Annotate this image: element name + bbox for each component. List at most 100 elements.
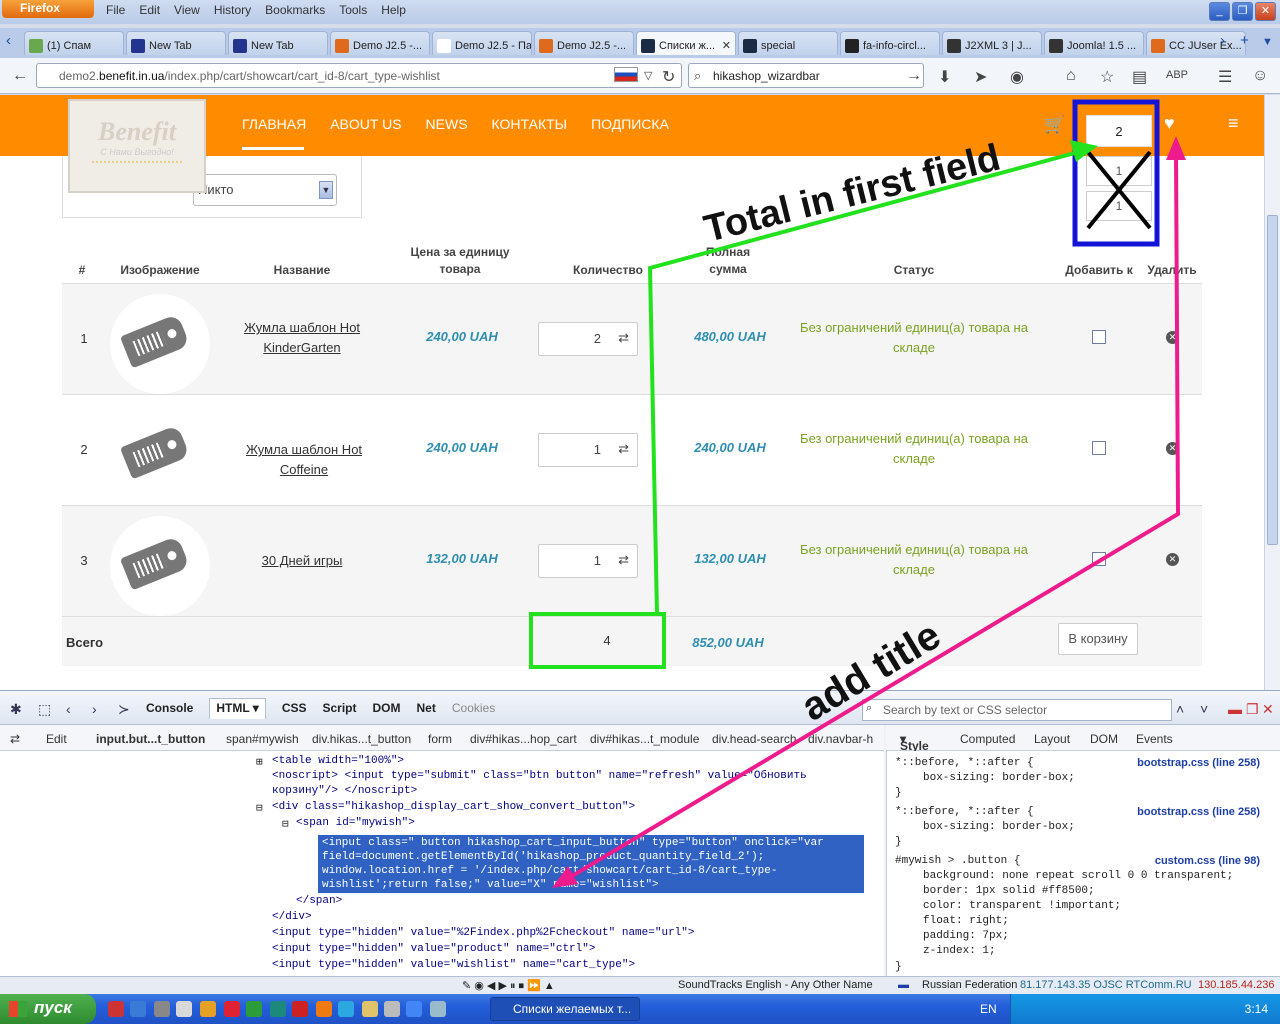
quicklaunch-icon[interactable] [338,1001,354,1017]
browser-tab[interactable]: Списки ж... ✕ [636,31,736,55]
side-tab-style[interactable]: Style ▾ [900,732,929,753]
tabs-scroll-left-icon[interactable]: ‹ [6,32,11,49]
nav-subscribe[interactable]: ПОДПИСКА [591,116,669,132]
html-line[interactable]: </div> [272,911,312,923]
menu-edit[interactable]: Edit [139,3,160,17]
nav-contacts[interactable]: КОНТАКТЫ [492,116,568,132]
browser-tab[interactable]: New Tab [228,31,328,55]
url-bar[interactable]: demo2.benefit.in.ua/index.php/cart/showc… [36,63,682,88]
browser-tab[interactable]: Demo J2.5 - Па... [432,31,532,55]
browser-tab[interactable]: (1) Спам [24,31,124,55]
quicklaunch-icon[interactable] [224,1001,240,1017]
tab-list-icon[interactable]: ▼ [1262,36,1273,48]
firebug-bug-icon[interactable]: ✱ [10,701,22,718]
css-source-link[interactable]: bootstrap.css (line 258) [1137,806,1260,818]
hamburger-menu-icon[interactable]: ≡ [1228,113,1239,134]
crumb-3[interactable]: form [428,732,452,746]
firebug-minimize-icon[interactable]: ▬ [1228,701,1242,717]
browser-tab[interactable]: New Tab [126,31,226,55]
wishlist-field-2[interactable]: 1 [1086,191,1152,221]
tab-dom[interactable]: DOM [373,701,401,719]
menu-icon[interactable]: ☰ [1218,67,1232,87]
quicklaunch-icon[interactable] [362,1001,378,1017]
search-go-icon[interactable]: → [906,67,922,85]
crumb-4[interactable]: div#hikas...hop_cart [470,732,577,746]
start-button[interactable]: пуск [0,994,96,1024]
menu-file[interactable]: File [106,3,125,17]
collapse-icon[interactable]: ⊟ [256,801,263,815]
search-down-icon[interactable]: ˅ [1200,701,1208,717]
close-window-button[interactable]: ✕ [1255,2,1276,21]
side-tab-dom[interactable]: DOM [1090,732,1118,746]
browser-tab[interactable]: fa-info-circl... [840,31,940,55]
forward-icon[interactable]: › [92,701,97,717]
html-line[interactable]: <input type="hidden" value="wishlist" na… [272,959,635,971]
browser-tab[interactable]: special [738,31,838,55]
firebug-detach-icon[interactable]: ❐ [1246,701,1259,718]
taskbar-window-button[interactable]: Списки желаемых т... [490,997,640,1021]
send-icon[interactable]: ➤ [974,67,987,87]
collapse-icon[interactable]: ⊟ [282,817,289,831]
css-property[interactable]: color: transparent !important; [923,900,1121,912]
quicklaunch-icon[interactable] [430,1001,446,1017]
adblock-icon[interactable]: ABP [1166,69,1188,81]
reload-icon[interactable]: ↻ [662,67,675,87]
language-indicator[interactable]: EN [980,1002,997,1016]
firebug-search-input[interactable]: Search by text or CSS selector [862,699,1172,721]
css-source-link[interactable]: bootstrap.css (line 258) [1137,757,1260,769]
smiley-icon[interactable]: ☺ [1252,67,1268,85]
menu-bookmarks[interactable]: Bookmarks [265,3,325,17]
tab-css[interactable]: CSS [282,701,307,719]
browser-tab[interactable]: Demo J2.5 -... [330,31,430,55]
restore-button[interactable]: ❐ [1232,2,1253,21]
back-icon[interactable]: ← [12,67,28,85]
html-line[interactable]: <div class="hikashop_display_cart_show_c… [272,801,635,813]
html-line[interactable]: <span id="mywish"> [296,817,415,829]
download-icon[interactable]: ⬇ [938,67,951,87]
menu-help[interactable]: Help [381,3,406,17]
firebug-close-icon[interactable]: ✕ [1262,701,1274,718]
nav-about[interactable]: ABOUT US [330,116,401,132]
crumb-6[interactable]: div.head-search [712,732,797,746]
tab-html[interactable]: HTML ▾ [209,698,266,719]
crumb-7[interactable]: div.navbar-h [808,732,873,746]
firefox-app-button[interactable]: Firefox [2,0,94,18]
quicklaunch-icon[interactable] [270,1001,286,1017]
quicklaunch-icon[interactable] [108,1001,124,1017]
html-line[interactable]: <input type="hidden" value="product" nam… [272,943,595,955]
side-tab-layout[interactable]: Layout [1034,732,1070,746]
quicklaunch-icon[interactable] [200,1001,216,1017]
home-icon[interactable]: ⌂ [1066,67,1076,85]
bookmark-star-icon[interactable]: ☆ [1100,67,1114,87]
cart-icon[interactable]: 🛒 [1044,115,1065,135]
command-line-icon[interactable]: ≻ [118,701,130,718]
url-dropdown-icon[interactable]: ▽ [644,69,652,82]
selected-node[interactable]: <input class=" button hikashop_cart_inpu… [318,835,864,893]
move-to-cart-button[interactable]: В корзину [1058,623,1138,655]
search-up-icon[interactable]: ˄ [1176,701,1184,717]
edit-button[interactable]: Edit [46,732,67,746]
html-line[interactable]: </span> [296,895,342,907]
tab-cookies[interactable]: Cookies [452,701,495,719]
scrollbar-thumb[interactable] [1267,215,1278,545]
wishlist-heart-icon[interactable]: ♥ [1164,113,1175,134]
quicklaunch-icon[interactable] [176,1001,192,1017]
user-select[interactable]: Никто ▼ [193,174,337,206]
css-selector[interactable]: #mywish > .button { [895,855,1020,867]
css-property[interactable]: float: right; [923,915,1009,927]
browser-tab[interactable]: CC JUser Ex... [1146,31,1246,55]
cart-count-field[interactable]: 2 [1086,115,1152,147]
css-property[interactable]: box-sizing: border-box; [923,772,1075,784]
quicklaunch-icon[interactable] [246,1001,262,1017]
browser-tab[interactable]: Demo J2.5 -... [534,31,634,55]
eye-icon[interactable]: ◉ [1010,67,1024,87]
close-tab-icon[interactable]: ✕ [722,39,731,52]
menu-tools[interactable]: Tools [339,3,367,17]
tab-console[interactable]: Console [146,701,193,719]
quicklaunch-icon[interactable] [316,1001,332,1017]
tab-net[interactable]: Net [417,701,436,719]
expand-icon[interactable]: ⊞ [256,755,263,769]
quicklaunch-icon[interactable] [406,1001,422,1017]
html-line[interactable]: <input type="hidden" value="%2Findex.php… [272,927,694,939]
html-line[interactable]: корзину"/> </noscript> [272,785,417,797]
